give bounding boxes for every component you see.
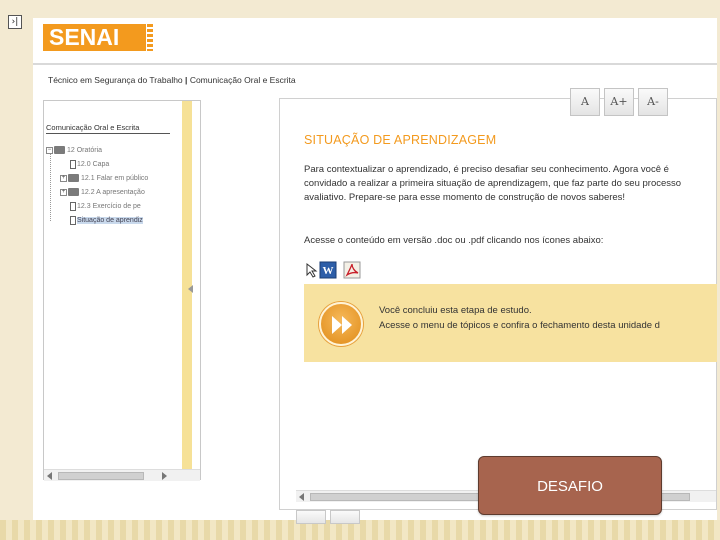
tree-item-oratoria[interactable]: −12 Oratória: [46, 145, 102, 157]
document-icon: [70, 159, 76, 169]
font-increase-button[interactable]: A+: [604, 88, 634, 116]
frame-bottom-texture: [0, 520, 720, 540]
tree-item-falar-em-publico[interactable]: +12.1 Falar em público: [60, 173, 148, 185]
next-page-button[interactable]: [330, 510, 360, 524]
document-icon: [70, 201, 76, 211]
font-reset-button[interactable]: A: [570, 88, 600, 116]
logo-stripes: [147, 24, 153, 51]
scroll-right-icon[interactable]: [162, 472, 167, 480]
collapse-icon[interactable]: −: [46, 146, 53, 154]
next-topic-button[interactable]: [319, 302, 363, 346]
notice-line-1: Você concluiu esta etapa de estudo.: [379, 305, 532, 316]
header: SENAI: [33, 18, 717, 64]
tree-title[interactable]: Comunicação Oral e Escrita: [46, 123, 170, 134]
expand-icon[interactable]: +: [60, 188, 67, 196]
tree-horizontal-scrollbar[interactable]: [44, 469, 200, 481]
tree-item-exercicio[interactable]: 12.3 Exercício de pe: [70, 201, 141, 213]
fast-forward-icon: [332, 316, 342, 334]
breadcrumb-course[interactable]: Técnico em Segurança do Trabalho: [48, 75, 183, 85]
header-divider: [33, 63, 717, 65]
svg-text:W: W: [323, 265, 334, 277]
page-title: SITUAÇÃO DE APRENDIZAGEM: [304, 133, 497, 147]
pdf-document-icon[interactable]: [343, 261, 361, 279]
sidebar-toggle-button[interactable]: ›|: [8, 15, 22, 29]
word-document-icon[interactable]: W: [319, 261, 337, 279]
senai-logo: SENAI: [43, 24, 153, 51]
topic-tree-panel: Comunicação Oral e Escrita −12 Oratória …: [43, 100, 201, 481]
breadcrumb-unit[interactable]: Comunicação Oral e Escrita: [190, 75, 296, 85]
tree-item-situacao-aprendizagem[interactable]: Situação de aprendiz: [70, 215, 143, 227]
folder-icon: [68, 174, 79, 183]
access-instructions: Acesse o conteúdo em versão .doc ou .pdf…: [304, 235, 604, 246]
completion-notice: Você concluiu esta etapa de estudo. Aces…: [304, 284, 717, 362]
topic-tree: Comunicação Oral e Escrita −12 Oratória …: [44, 101, 182, 469]
document-icon: [70, 215, 76, 225]
scroll-left-icon[interactable]: [299, 493, 304, 501]
expand-icon[interactable]: +: [60, 174, 67, 182]
folder-icon: [68, 188, 79, 197]
notice-text: Você concluiu esta etapa de estudo. Aces…: [379, 304, 660, 333]
breadcrumb: Técnico em Segurança do Trabalho | Comun…: [48, 75, 296, 85]
font-decrease-button[interactable]: A-: [638, 88, 668, 116]
scroll-left-icon[interactable]: [47, 472, 52, 480]
tree-connector-line: [50, 151, 51, 221]
tree-item-apresentacao[interactable]: +12.2 A apresentação: [60, 187, 145, 199]
tree-item-capa[interactable]: 12.0 Capa: [70, 159, 109, 171]
notice-line-2: Acesse o menu de tópicos e confira o fec…: [379, 319, 660, 331]
collapse-panel-icon[interactable]: [188, 285, 193, 293]
scroll-thumb[interactable]: [58, 472, 144, 480]
breadcrumb-separator: |: [185, 75, 188, 85]
intro-paragraph: Para contextualizar o aprendizado, é pre…: [304, 164, 682, 204]
fast-forward-icon: [342, 316, 352, 334]
desafio-button[interactable]: DESAFIO: [478, 456, 662, 515]
previous-page-button[interactable]: [296, 510, 326, 524]
folder-icon: [54, 146, 65, 155]
